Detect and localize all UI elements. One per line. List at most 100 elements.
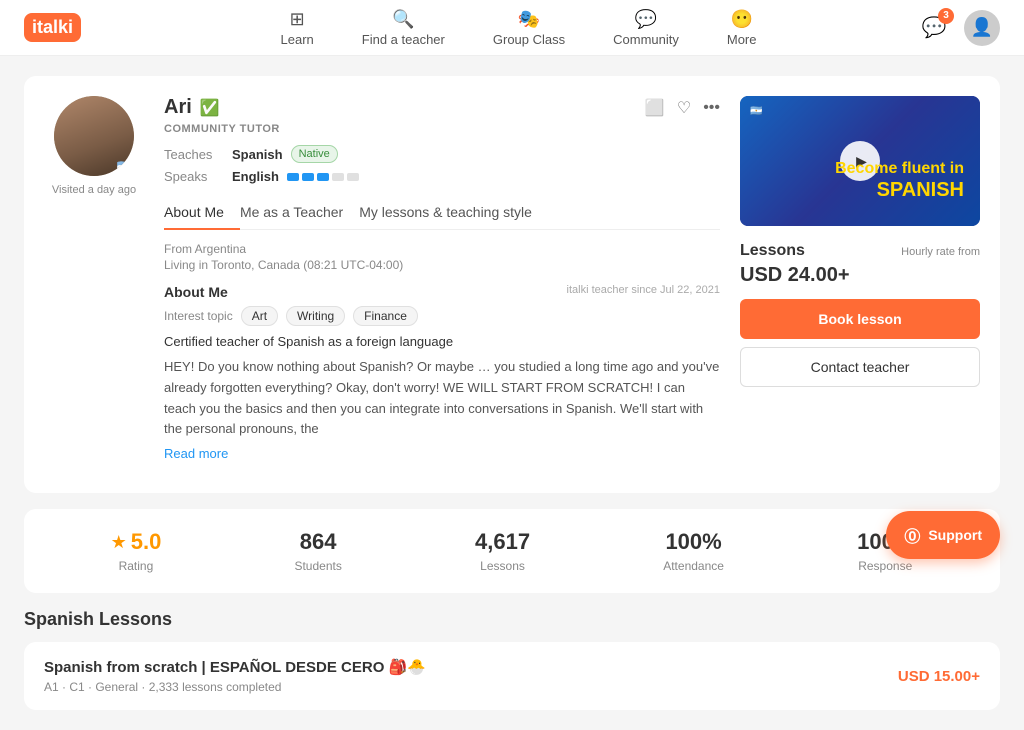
speaks-row: Speaks English — [164, 169, 720, 184]
search-icon: 🔍 — [392, 9, 414, 30]
contact-teacher-button[interactable]: Contact teacher — [740, 347, 980, 387]
nav-more[interactable]: 😶 More — [719, 5, 765, 51]
prog-bar-3 — [317, 173, 329, 181]
nav-more-label: More — [727, 32, 757, 47]
lessons-value: 4,617 — [475, 529, 530, 555]
book-lesson-button[interactable]: Book lesson — [740, 299, 980, 339]
notification-badge: 3 — [938, 8, 954, 24]
interest-art: Art — [241, 306, 278, 326]
main-nav: ⊞ Learn 🔍 Find a teacher 🎭 Group Class 💬… — [121, 5, 916, 51]
read-more-button[interactable]: Read more — [164, 446, 720, 461]
interest-finance: Finance — [353, 306, 418, 326]
nav-learn-label: Learn — [281, 32, 314, 47]
video-overlay-text: Become fluent inSPANISH — [827, 151, 972, 210]
lesson-card[interactable]: Spanish from scratch | ESPAÑOL DESDE CER… — [24, 642, 1000, 710]
hourly-label: Hourly rate from — [901, 246, 980, 258]
lessons-box: Lessons Hourly rate from USD 24.00+ Book… — [740, 242, 980, 387]
support-button[interactable]: ⓪ Support — [886, 511, 1000, 559]
nav-group-class-label: Group Class — [493, 32, 565, 47]
section-title: Spanish Lessons — [24, 609, 1000, 630]
interest-label: Interest topic — [164, 309, 233, 323]
notifications-button[interactable]: 💬 3 — [916, 10, 952, 46]
nav-learn[interactable]: ⊞ Learn — [273, 5, 322, 51]
prog-bar-1 — [287, 173, 299, 181]
favorite-button[interactable]: ♡ — [677, 98, 691, 118]
tutor-type: COMMUNITY TUTOR — [164, 123, 720, 135]
prog-bar-5 — [347, 173, 359, 181]
stat-lessons: 4,617 Lessons — [475, 529, 530, 573]
rating-label: Rating — [119, 559, 154, 573]
about-top-row: About Me italki teacher since Jul 22, 20… — [164, 284, 720, 306]
lesson-info: Spanish from scratch | ESPAÑOL DESDE CER… — [44, 658, 426, 694]
speaks-label: Speaks — [164, 169, 224, 184]
share-button[interactable]: ⬜ — [645, 98, 665, 118]
profile-avatar: 🇦🇷 — [54, 96, 134, 176]
lessons-header: Lessons Hourly rate from — [740, 242, 980, 260]
profile-card: 🇦🇷 Visited a day ago Ari ✅ ⬜ ♡ ••• COMMU… — [24, 76, 1000, 493]
visited-text: Visited a day ago — [52, 184, 136, 196]
star-icon: ★ — [111, 532, 127, 553]
rating-value: 5.0 — [131, 529, 162, 555]
tab-about-me[interactable]: About Me — [164, 196, 240, 230]
response-label: Response — [858, 559, 912, 573]
community-icon: 💬 — [635, 9, 657, 30]
tab-lessons-style[interactable]: My lessons & teaching style — [359, 196, 548, 230]
user-avatar[interactable]: 👤 — [964, 10, 1000, 46]
attendance-value: 100% — [665, 529, 721, 555]
main-content: 🇦🇷 Visited a day ago Ari ✅ ⬜ ♡ ••• COMMU… — [0, 56, 1024, 730]
lesson-name: Spanish from scratch | ESPAÑOL DESDE CER… — [44, 658, 426, 676]
profile-name-row: Ari ✅ — [164, 96, 220, 119]
language-progress — [287, 173, 359, 181]
lesson-meta: A1 · C1 · General · 2,333 lessons comple… — [44, 680, 426, 694]
lessons-title: Lessons — [740, 242, 805, 260]
teaches-language: Spanish — [232, 147, 283, 162]
more-icon: 😶 — [730, 9, 752, 30]
teaches-row: Teaches Spanish Native — [164, 145, 720, 163]
support-label: Support — [928, 527, 982, 543]
profile-header: Ari ✅ ⬜ ♡ ••• — [164, 96, 720, 119]
lessons-label: Lessons — [480, 559, 525, 573]
about-title: About Me — [164, 284, 228, 300]
logo[interactable]: italki — [24, 13, 81, 42]
students-label: Students — [294, 559, 341, 573]
video-thumbnail[interactable]: 🇦🇷 Become fluent inSPANISH — [740, 96, 980, 226]
nav-community[interactable]: 💬 Community — [605, 5, 687, 51]
lesson-price: USD 15.00+ — [898, 668, 980, 685]
profile-right: 🇦🇷 Become fluent inSPANISH Lessons Hourl… — [740, 96, 980, 473]
stat-attendance: 100% Attendance — [663, 529, 724, 573]
group-class-icon: 🎭 — [518, 9, 540, 30]
stat-rating: ★ 5.0 Rating — [111, 529, 162, 573]
header-right: 💬 3 👤 — [916, 10, 1000, 46]
more-options-button[interactable]: ••• — [703, 98, 720, 118]
stat-students: 864 Students — [294, 529, 341, 573]
profile-left: 🇦🇷 Visited a day ago — [44, 96, 144, 473]
nav-group-class[interactable]: 🎭 Group Class — [485, 5, 573, 51]
teaches-label: Teaches — [164, 147, 224, 162]
stats-card: ★ 5.0 Rating 864 Students 4,617 Lessons … — [24, 509, 1000, 593]
learn-icon: ⊞ — [290, 9, 305, 30]
profile-name: Ari — [164, 96, 192, 119]
interest-writing: Writing — [286, 306, 345, 326]
from-text: From Argentina — [164, 242, 720, 256]
living-text: Living in Toronto, Canada (08:21 UTC-04:… — [164, 258, 720, 272]
native-badge: Native — [291, 145, 338, 163]
certified-text: Certified teacher of Spanish as a foreig… — [164, 334, 720, 349]
verified-icon: ✅ — [200, 98, 220, 118]
bio-text: HEY! Do you know nothing about Spanish? … — [164, 357, 720, 440]
header: italki ⊞ Learn 🔍 Find a teacher 🎭 Group … — [0, 0, 1024, 56]
tab-teacher[interactable]: Me as a Teacher — [240, 196, 359, 230]
profile-tabs: About Me Me as a Teacher My lessons & te… — [164, 196, 720, 230]
profile-main: Ari ✅ ⬜ ♡ ••• COMMUNITY TUTOR Teaches Sp… — [164, 96, 720, 473]
italki-since: italki teacher since Jul 22, 2021 — [567, 284, 720, 296]
avatar-flag: 🇦🇷 — [117, 159, 134, 176]
students-value: 864 — [300, 529, 337, 555]
support-icon: ⓪ — [904, 523, 920, 547]
logo-text: italki — [24, 13, 81, 42]
interest-row: Interest topic Art Writing Finance — [164, 306, 720, 326]
nav-find-teacher-label: Find a teacher — [362, 32, 445, 47]
speaks-language: English — [232, 169, 279, 184]
nav-find-teacher[interactable]: 🔍 Find a teacher — [354, 5, 453, 51]
prog-bar-4 — [332, 173, 344, 181]
price: USD 24.00+ — [740, 264, 980, 287]
attendance-label: Attendance — [663, 559, 724, 573]
